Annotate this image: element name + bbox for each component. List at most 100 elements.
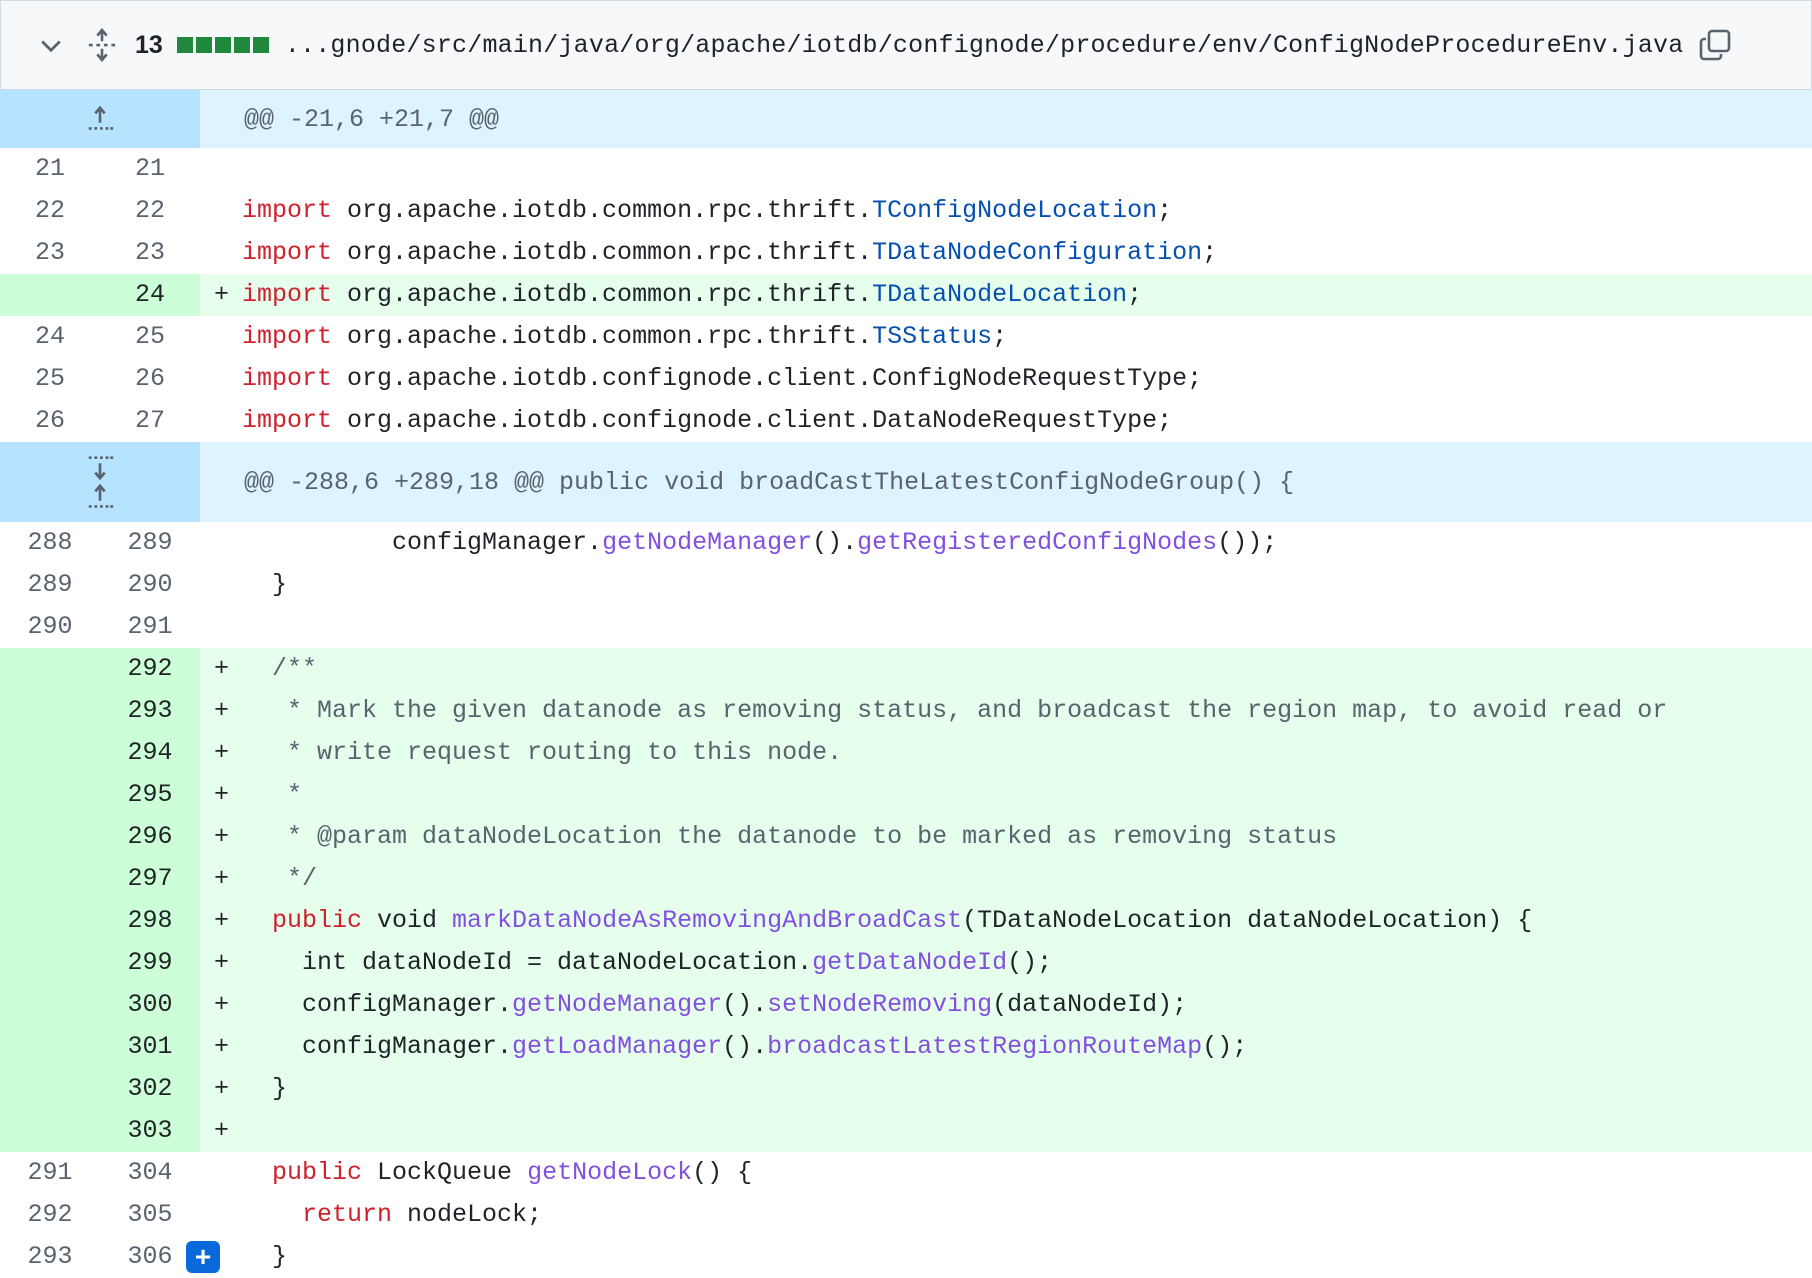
new-line-number[interactable]: 306 [100,1236,200,1278]
code-line: + } [186,1236,1812,1278]
diff-row-added: 301 + configManager.getLoadManager().bro… [0,1026,1812,1068]
added-marker: + [214,948,230,977]
new-line-number[interactable]: 289 [100,522,200,564]
diff-row-added: 300 + configManager.getNodeManager().set… [0,984,1812,1026]
file-header: 13 ...gnode/src/main/java/org/apache/iot… [0,0,1812,90]
added-marker: + [214,780,230,809]
old-line-number[interactable]: 290 [0,606,100,648]
old-line-number[interactable]: 291 [0,1152,100,1194]
old-line-number[interactable]: 22 [0,190,100,232]
new-line-number[interactable]: 293 [100,690,200,732]
new-line-number[interactable]: 22 [100,190,200,232]
diff-row: 22 22 import org.apache.iotdb.common.rpc.… [0,190,1812,232]
new-line-number[interactable]: 302 [100,1068,200,1110]
old-line-number[interactable]: 293 [0,1236,100,1278]
new-line-number[interactable]: 303 [100,1110,200,1152]
expand-down-icon[interactable] [85,452,115,482]
diff-row-added: 298 + public void markDataNodeAsRemoving… [0,900,1812,942]
new-line-number[interactable]: 21 [100,148,200,190]
code-line: configManager.getNodeManager().getRegist… [242,528,1278,557]
copy-icon[interactable] [1699,29,1731,61]
old-line-number[interactable]: 21 [0,148,100,190]
new-line-number[interactable]: 304 [100,1152,200,1194]
added-marker: + [214,864,230,893]
diff-row-added: 292 + /** [0,648,1812,690]
diffstat-bar [176,37,269,53]
added-marker: + [214,1032,230,1061]
new-line-number[interactable]: 27 [100,400,200,442]
diff-row-added: 293 + * Mark the given datanode as remov… [0,690,1812,732]
new-line-number[interactable]: 24 [100,274,200,316]
expand-up-icon[interactable] [85,482,115,512]
added-marker: + [214,906,230,935]
new-line-number[interactable]: 290 [100,564,200,606]
new-line-number[interactable]: 299 [100,942,200,984]
code-line: import org.apache.iotdb.common.rpc.thrif… [242,196,1173,225]
new-line-number[interactable]: 305 [100,1194,200,1236]
code-line: + */ [200,858,1812,900]
code-line: return nodeLock; [242,1200,543,1229]
code-line: + } [200,1068,1812,1110]
new-line-number[interactable]: 26 [100,358,200,400]
hunk-header-text: @@ -21,6 +21,7 @@ [200,90,1812,148]
code-line: public LockQueue getNodeLock() { [242,1158,753,1187]
added-marker: + [214,1116,230,1145]
code-line: + int dataNodeId = dataNodeLocation.getD… [200,942,1812,984]
new-line-number[interactable]: 25 [100,316,200,358]
code-line: + * [200,774,1812,816]
old-line-number[interactable]: 26 [0,400,100,442]
new-line-number[interactable]: 291 [100,606,200,648]
code-line: + * write request routing to this node. [200,732,1812,774]
diff-row-added: 295 + * [0,774,1812,816]
code-line: + /** [200,648,1812,690]
add-comment-button[interactable]: + [186,1241,220,1273]
old-line-number[interactable]: 288 [0,522,100,564]
diff-row-added: 302 + } [0,1068,1812,1110]
old-line-number[interactable]: 25 [0,358,100,400]
code-line: import org.apache.iotdb.confignode.clien… [242,364,1203,393]
new-line-number[interactable]: 295 [100,774,200,816]
hunk-header: @@ -288,6 +289,18 @@ public void broadCa… [0,442,1812,522]
new-line-number[interactable]: 294 [100,732,200,774]
new-line-number[interactable]: 298 [100,900,200,942]
diff-row-added: 296 + * @param dataNodeLocation the data… [0,816,1812,858]
new-line-number[interactable]: 300 [100,984,200,1026]
diff-row: 290 291 [0,606,1812,648]
hunk-header-text: @@ -288,6 +289,18 @@ public void broadCa… [200,442,1812,522]
added-marker: + [214,1074,230,1103]
file-path[interactable]: ...gnode/src/main/java/org/apache/iotdb/… [285,31,1684,60]
diffstat-block [233,37,250,53]
diffstat-block [176,37,193,53]
code-line: import org.apache.iotdb.common.rpc.thrif… [242,238,1218,267]
diff-table: @@ -21,6 +21,7 @@ 21 21 22 22 import org.a… [0,90,1812,1278]
old-line-number[interactable]: 289 [0,564,100,606]
code-line: + configManager.getLoadManager().broadca… [200,1026,1812,1068]
expand-up-button[interactable] [0,90,200,148]
diff-row-added: 299 + int dataNodeId = dataNodeLocation.… [0,942,1812,984]
code-line: } [242,570,288,599]
expand-buttons [0,442,200,522]
new-line-number[interactable]: 301 [100,1026,200,1068]
code-line: + * Mark the given datanode as removing … [200,690,1812,732]
diff-row: 24 25 import org.apache.iotdb.common.rpc.… [0,316,1812,358]
diffstat-block [214,37,231,53]
added-marker: + [214,280,230,309]
new-line-number[interactable]: 23 [100,232,200,274]
old-line-number[interactable]: 24 [0,316,100,358]
diff-row: 21 21 [0,148,1812,190]
diff-row: 289 290 } [0,564,1812,606]
added-marker: + [214,654,230,683]
diff-row: 288 289 configManager.getNodeManager().ge… [0,522,1812,564]
diff-row-added: 24 + import org.apache.iotdb.common.rpc.t… [0,274,1812,316]
new-line-number[interactable]: 297 [100,858,200,900]
code-line: + configManager.getNodeManager().setNode… [200,984,1812,1026]
hunk-header: @@ -21,6 +21,7 @@ [0,90,1812,148]
old-line-number[interactable]: 23 [0,232,100,274]
new-line-number[interactable]: 292 [100,648,200,690]
old-line-number[interactable]: 292 [0,1194,100,1236]
diff-row-added: 297 + */ [0,858,1812,900]
collapse-chevron-down-icon[interactable] [37,31,87,59]
expand-all-icon[interactable] [87,28,135,62]
code-line: import org.apache.iotdb.common.rpc.thrif… [242,322,1008,351]
new-line-number[interactable]: 296 [100,816,200,858]
